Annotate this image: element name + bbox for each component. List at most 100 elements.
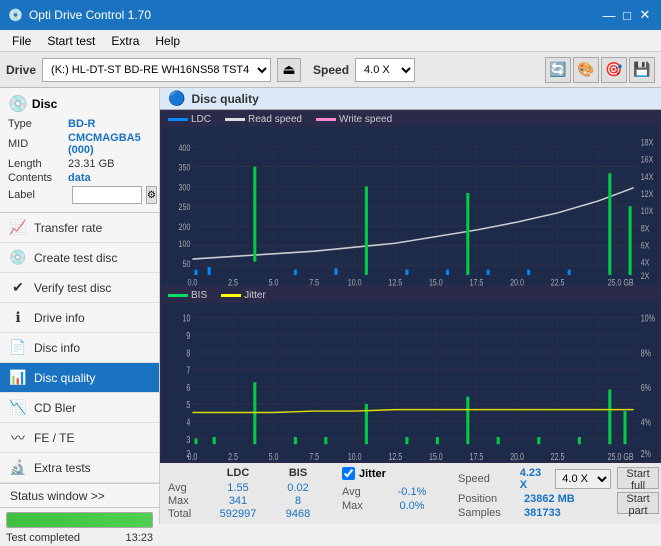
svg-text:5: 5: [186, 398, 190, 410]
nav-create-test-disc-label: Create test disc: [34, 251, 117, 265]
status-section: Status window >> Test completed 13:23: [0, 483, 159, 546]
speed-display-row: Speed 4.23 X 4.0 X: [458, 467, 611, 491]
extra-tests-icon: 🔬: [10, 460, 26, 476]
nav-cd-bler-label: CD Bler: [34, 401, 76, 415]
svg-text:100: 100: [179, 239, 191, 249]
disc-type-value: BD-R: [68, 118, 96, 130]
speed-key: Speed: [458, 473, 514, 485]
nav-cd-bler[interactable]: 📉 CD Bler: [0, 393, 159, 423]
disc-header: 💿 Disc: [8, 94, 151, 114]
close-button[interactable]: ✕: [637, 7, 653, 23]
stats-max-jitter: 0.0%: [382, 500, 442, 512]
menu-start-test[interactable]: Start test: [39, 32, 103, 50]
toolbar-icon-1[interactable]: 🔄: [545, 57, 571, 83]
start-part-button[interactable]: Start part: [617, 492, 658, 514]
stats-max-ldc: 341: [208, 495, 268, 507]
svg-text:7.5: 7.5: [309, 450, 319, 461]
stats-avg-ldc: 1.55: [208, 482, 268, 494]
stats-total-ldc: 592997: [208, 508, 268, 520]
jitter-checkbox[interactable]: [342, 467, 355, 480]
stats-avg-jitter-label: Avg: [342, 486, 382, 498]
nav-drive-info-label: Drive info: [34, 311, 85, 325]
nav-disc-info[interactable]: 📄 Disc info: [0, 333, 159, 363]
toolbar-icon-save[interactable]: 💾: [629, 57, 655, 83]
legend-ldc: LDC: [168, 114, 211, 125]
disc-contents-row: Contents data: [8, 172, 151, 184]
svg-text:2%: 2%: [641, 447, 651, 459]
menu-file[interactable]: File: [4, 32, 39, 50]
main-layout: 💿 Disc Type BD-R MID CMCMAGBA5 (000) Len…: [0, 88, 661, 524]
nav-drive-info[interactable]: ℹ Drive info: [0, 303, 159, 333]
legend-bis-label: BIS: [191, 290, 207, 301]
eject-button[interactable]: ⏏: [277, 58, 301, 82]
disc-label-btn[interactable]: ⚙: [146, 186, 157, 204]
svg-text:6%: 6%: [641, 381, 651, 393]
svg-text:8X: 8X: [641, 223, 650, 233]
legend-read-speed-dot: [225, 118, 245, 121]
svg-text:7: 7: [186, 364, 190, 376]
speed-select[interactable]: 4.0 X 1.0 X 2.0 X 6.0 X 8.0 X: [355, 58, 415, 82]
disc-info-icon: 📄: [10, 340, 26, 356]
svg-text:12X: 12X: [641, 189, 654, 199]
stats-speed-select[interactable]: 4.0 X: [555, 469, 611, 489]
nav-transfer-rate[interactable]: 📈 Transfer rate: [0, 213, 159, 243]
disc-contents-label: Contents: [8, 172, 68, 184]
menubar: File Start test Extra Help: [0, 30, 661, 52]
nav-extra-tests[interactable]: 🔬 Extra tests: [0, 453, 159, 483]
disc-label-row: Label ⚙: [8, 186, 151, 204]
legend-jitter: Jitter: [221, 290, 266, 301]
svg-text:200: 200: [179, 222, 191, 232]
svg-text:3: 3: [186, 433, 190, 445]
svg-text:4: 4: [186, 416, 190, 428]
drivebar: Drive (K:) HL-DT-ST BD-RE WH16NS58 TST4 …: [0, 52, 661, 88]
svg-text:17.5: 17.5: [470, 278, 484, 286]
disc-panel-title: Disc: [32, 97, 57, 111]
samples-val: 381733: [524, 507, 561, 519]
position-row: Position 23862 MB: [458, 493, 611, 505]
chart2-wrapper: BIS Jitter: [162, 288, 659, 462]
transfer-rate-icon: 📈: [10, 220, 26, 236]
app-title: Opti Drive Control 1.70: [29, 8, 151, 22]
menu-extra[interactable]: Extra: [103, 32, 147, 50]
create-test-disc-icon: 💿: [10, 250, 26, 266]
drive-select[interactable]: (K:) HL-DT-ST BD-RE WH16NS58 TST4: [42, 58, 271, 82]
nav-disc-quality[interactable]: 📊 Disc quality: [0, 363, 159, 393]
content-header-icon: 🔵: [168, 90, 185, 107]
stats-area: LDC BIS Avg 1.55 0.02 Max 341 8 Total 59…: [160, 463, 661, 524]
svg-text:20.0: 20.0: [510, 450, 524, 461]
menu-help[interactable]: Help: [147, 32, 188, 50]
jitter-label: Jitter: [359, 468, 386, 480]
status-time: 13:23: [125, 532, 153, 544]
nav-create-test-disc[interactable]: 💿 Create test disc: [0, 243, 159, 273]
maximize-button[interactable]: □: [619, 7, 635, 23]
svg-text:6: 6: [186, 381, 190, 393]
svg-text:10.0: 10.0: [348, 450, 362, 461]
status-window-button[interactable]: Status window >>: [0, 484, 159, 508]
svg-text:4X: 4X: [641, 258, 650, 268]
svg-text:350: 350: [179, 163, 191, 173]
nav-extra-tests-label: Extra tests: [34, 461, 91, 475]
speed-info: Speed 4.23 X 4.0 X Position 23862 MB Sam…: [458, 467, 611, 519]
minimize-button[interactable]: —: [601, 7, 617, 23]
nav-transfer-rate-label: Transfer rate: [34, 221, 102, 235]
svg-text:6X: 6X: [641, 241, 650, 251]
legend-write-speed: Write speed: [316, 114, 392, 125]
toolbar-icon-3[interactable]: 🎯: [601, 57, 627, 83]
start-full-button[interactable]: Start full: [617, 467, 658, 489]
svg-text:4%: 4%: [641, 416, 651, 428]
stats-avg-bis: 0.02: [268, 482, 328, 494]
titlebar-title: 💿 Opti Drive Control 1.70: [8, 8, 151, 22]
start-buttons: Start full Start part: [617, 467, 658, 514]
chart2-inner: 10 9 8 7 6 5 4 3 2 10% 8% 6% 4%: [162, 303, 659, 462]
disc-label-input[interactable]: [72, 186, 142, 204]
nav-fe-te[interactable]: 〰 FE / TE: [0, 423, 159, 453]
verify-test-disc-icon: ✔: [10, 280, 26, 296]
svg-text:8%: 8%: [641, 347, 651, 359]
nav-verify-test-disc[interactable]: ✔ Verify test disc: [0, 273, 159, 303]
svg-text:10: 10: [183, 312, 191, 324]
toolbar-icon-2[interactable]: 🎨: [573, 57, 599, 83]
content-area: 🔵 Disc quality LDC Read speed: [160, 88, 661, 524]
status-window-label: Status window >>: [10, 489, 105, 503]
fe-te-icon: 〰: [10, 430, 26, 446]
legend-ldc-label: LDC: [191, 114, 211, 125]
